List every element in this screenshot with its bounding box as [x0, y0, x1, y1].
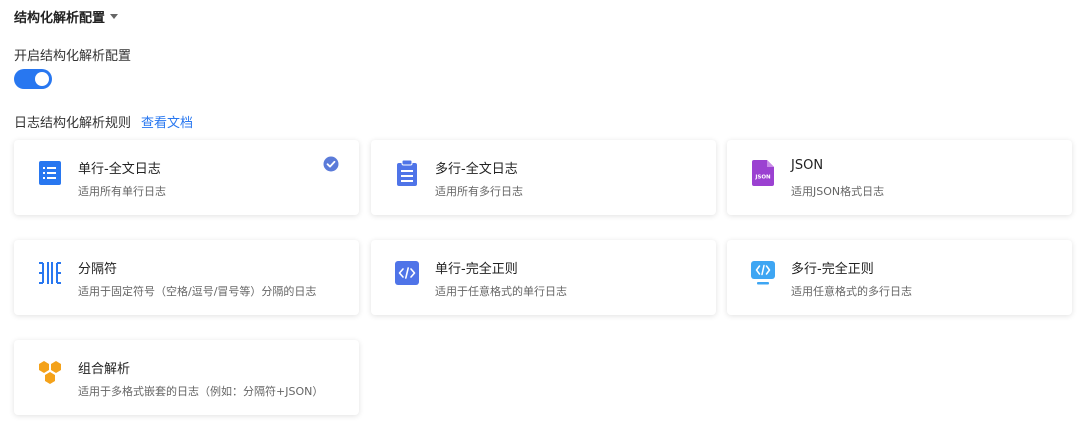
- card-multi-line-full[interactable]: 多行-全文日志 适用所有多行日志: [371, 140, 716, 215]
- section-header[interactable]: 结构化解析配置: [14, 6, 119, 26]
- card-title: 多行-完全正则: [791, 262, 874, 277]
- toggle-knob: [35, 72, 49, 86]
- separator-icon: [36, 259, 64, 287]
- structured-parse-toggle[interactable]: [14, 69, 52, 89]
- card-title: 分隔符: [78, 262, 118, 277]
- card-separator[interactable]: 分隔符 适用于固定符号（空格/逗号/冒号等）分隔的日志: [14, 240, 359, 315]
- code-icon: [393, 259, 421, 287]
- view-docs-link[interactable]: 查看文档: [141, 112, 193, 131]
- toggle-label: 开启结构化解析配置: [14, 49, 132, 64]
- rules-label: 日志结构化解析规则: [14, 116, 132, 131]
- card-json[interactable]: JSON JSON 适用JSON格式日志: [727, 140, 1072, 215]
- card-title: 单行-完全正则: [435, 262, 518, 277]
- card-single-line-full[interactable]: 单行-全文日志 适用所有单行日志: [14, 140, 359, 215]
- card-desc: 适用于多格式嵌套的日志（例如：分隔符+JSON）: [78, 385, 324, 398]
- json-file-icon: JSON: [749, 159, 777, 187]
- rules-row: 日志结构化解析规则 查看文档: [14, 112, 193, 131]
- card-desc: 适用于固定符号（空格/逗号/冒号等）分隔的日志: [78, 285, 317, 298]
- selected-check-icon: [323, 156, 339, 172]
- card-title: 组合解析: [78, 362, 131, 377]
- card-single-line-regex[interactable]: 单行-完全正则 适用于任意格式的单行日志: [371, 240, 716, 315]
- card-title: 单行-全文日志: [78, 162, 161, 177]
- card-desc: 适用所有多行日志: [435, 185, 523, 198]
- card-desc: 适用所有单行日志: [78, 185, 166, 198]
- card-desc: 适用于任意格式的单行日志: [435, 285, 567, 298]
- card-title: 多行-全文日志: [435, 162, 518, 177]
- section-title: 结构化解析配置: [14, 10, 106, 26]
- caret-down-icon: [110, 14, 119, 19]
- multi-line-log-icon: [393, 159, 421, 187]
- card-combo-parse[interactable]: 组合解析 适用于多格式嵌套的日志（例如：分隔符+JSON）: [14, 340, 359, 415]
- json-icon-text: JSON: [754, 175, 771, 181]
- card-desc: 适用任意格式的多行日志: [791, 285, 912, 298]
- card-desc: 适用JSON格式日志: [791, 185, 885, 198]
- code-monitor-icon: [749, 259, 777, 287]
- single-line-log-icon: [36, 159, 64, 187]
- card-multi-line-regex[interactable]: 多行-完全正则 适用任意格式的多行日志: [727, 240, 1072, 315]
- card-title: JSON: [791, 158, 824, 173]
- hexagon-combo-icon: [36, 359, 64, 387]
